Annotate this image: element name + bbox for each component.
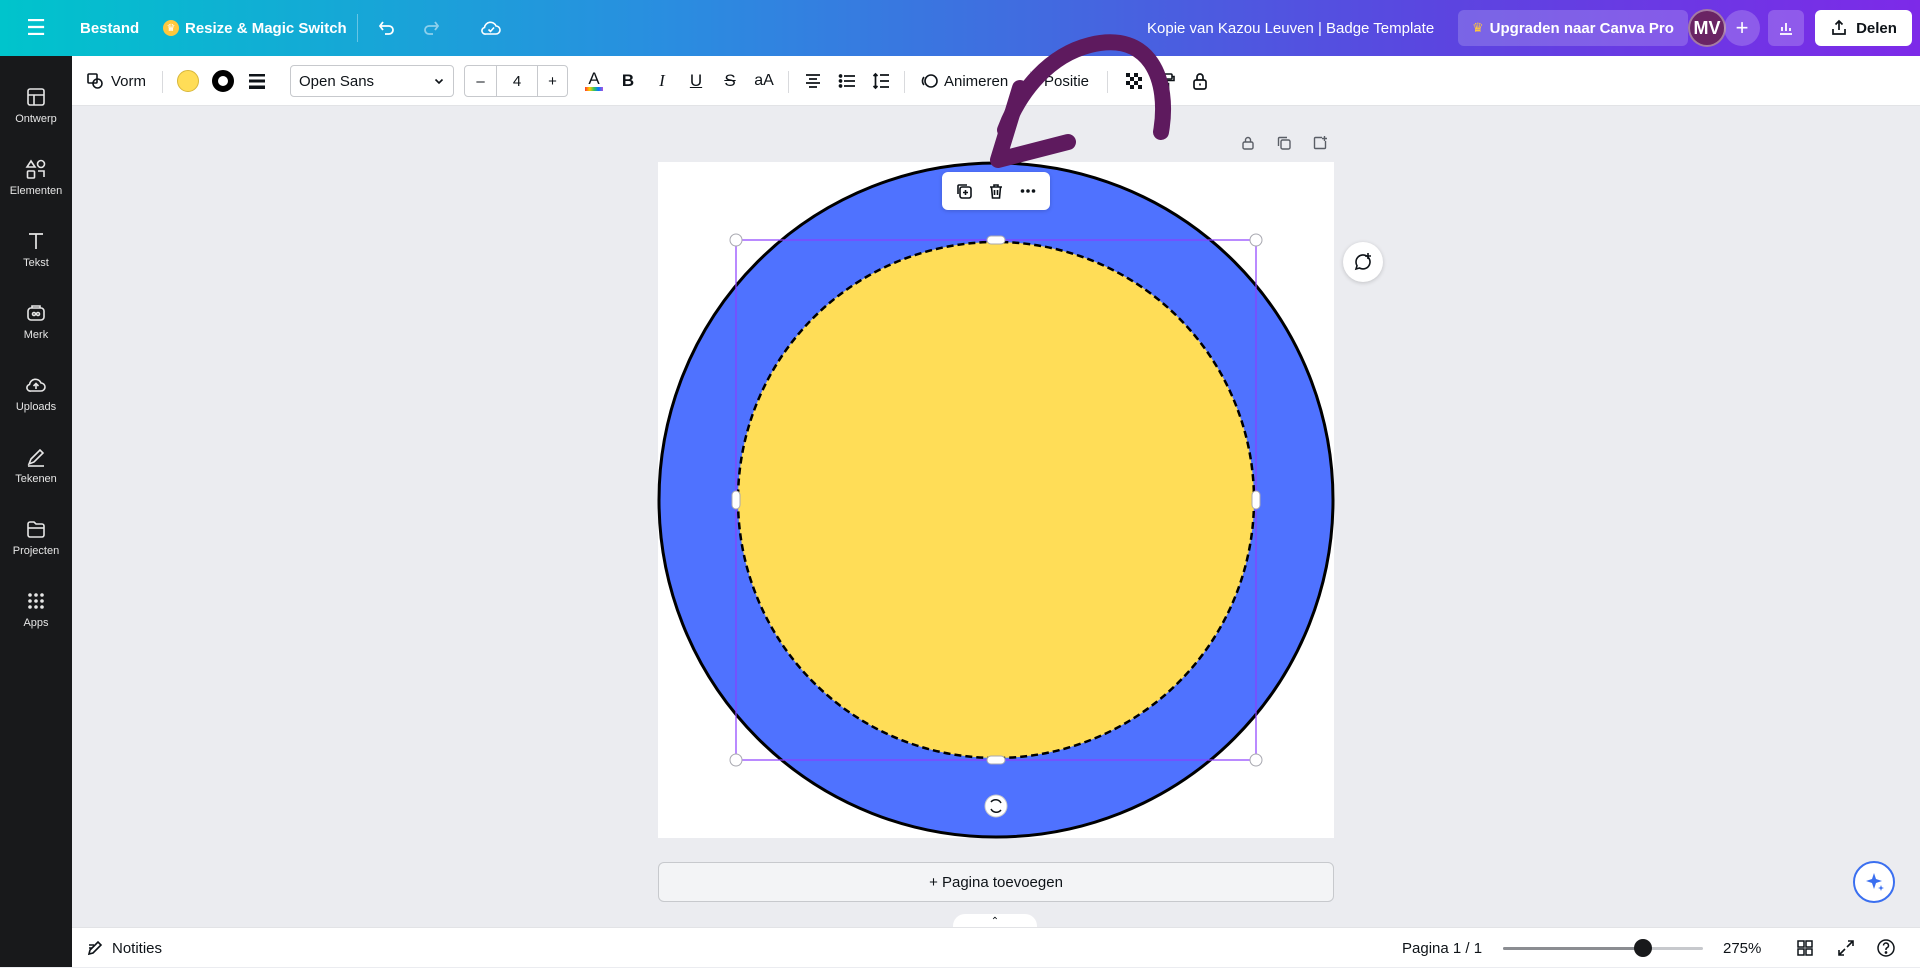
page-indicator[interactable]: Pagina 1 / 1 — [1402, 928, 1482, 968]
fullscreen-icon[interactable] — [1837, 928, 1855, 968]
trash-icon[interactable] — [987, 182, 1005, 200]
grid-view-icon[interactable] — [1796, 928, 1814, 968]
zoom-level[interactable]: 275% — [1723, 928, 1761, 968]
zoom-slider-fill — [1503, 947, 1643, 950]
element-toolbar — [942, 172, 1050, 210]
inner-circle[interactable] — [736, 240, 1256, 760]
add-page-icon[interactable] — [1309, 132, 1331, 154]
add-comment-icon[interactable] — [1343, 242, 1383, 282]
annotation-arrowhead — [990, 80, 1076, 168]
duplicate-icon[interactable] — [955, 182, 973, 200]
bottom-bar: Notities Pagina 1 / 1 275% — [72, 927, 1920, 967]
canvas-artwork — [657, 34, 1335, 839]
zoom-slider[interactable] — [1503, 947, 1703, 950]
notes-button[interactable]: Notities — [86, 928, 162, 968]
notes-label: Notities — [112, 939, 163, 957]
page-lock-icon[interactable] — [1237, 132, 1259, 154]
zoom-slider-thumb[interactable] — [1634, 939, 1652, 957]
chevron-up-icon[interactable]: ⌃ — [953, 914, 1037, 928]
rotate-handle[interactable] — [984, 794, 1008, 818]
magic-assistant-icon[interactable] — [1853, 861, 1895, 903]
help-icon[interactable] — [1876, 928, 1896, 968]
annotation-arrow — [997, 34, 1172, 140]
page-duplicate-icon[interactable] — [1273, 132, 1295, 154]
add-page-button[interactable]: + Pagina toevoegen — [658, 862, 1334, 902]
more-options-icon[interactable] — [1019, 182, 1037, 200]
notes-icon — [87, 940, 103, 956]
